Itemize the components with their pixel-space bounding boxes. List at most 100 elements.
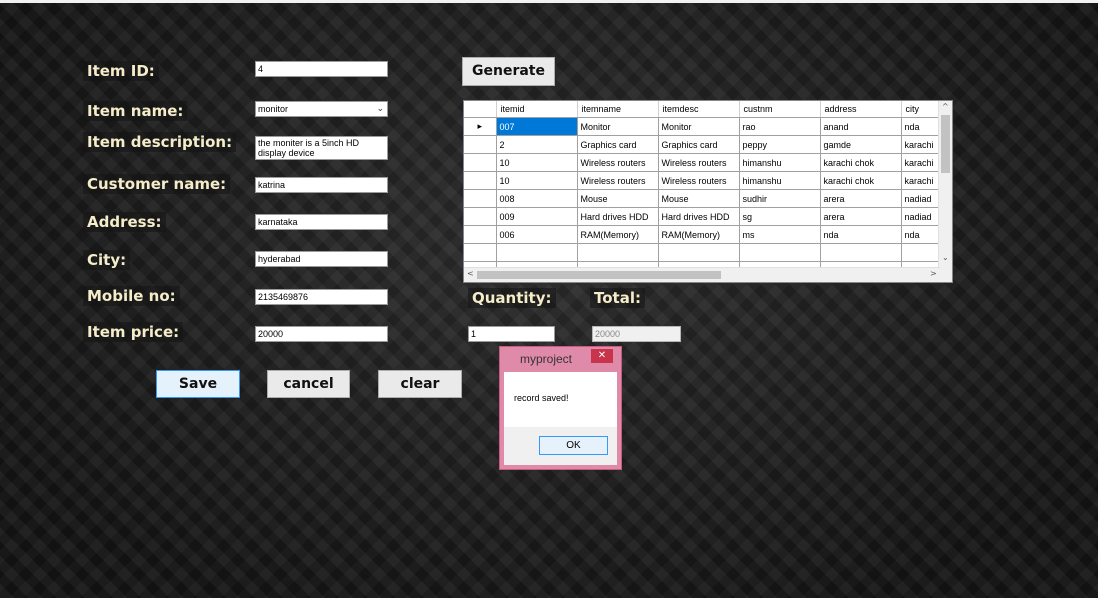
clear-button[interactable]: clear: [378, 370, 462, 398]
row-header-corner: [464, 101, 497, 118]
item-description-label: Item description:: [83, 132, 237, 152]
table-cell[interactable]: [820, 243, 902, 262]
total-label: Total:: [590, 288, 645, 308]
dialog-title: myproject: [520, 352, 573, 366]
scroll-down-icon[interactable]: ⌄: [942, 253, 949, 262]
table-cell[interactable]: Hard drives HDD: [658, 207, 740, 226]
table-cell[interactable]: [577, 243, 659, 262]
scroll-right-icon[interactable]: >: [930, 269, 937, 278]
item-id-label: Item ID:: [83, 61, 159, 81]
table-cell[interactable]: 2: [496, 135, 578, 154]
table-row[interactable]: 10 Wireless routers Wireless routers him…: [464, 153, 945, 172]
column-header-custnm[interactable]: custnm: [739, 101, 821, 118]
city-label: City:: [83, 250, 131, 270]
table-row[interactable]: [464, 243, 945, 262]
item-name-combobox[interactable]: monitor ⌄: [255, 101, 388, 117]
table-cell[interactable]: himanshu: [739, 153, 821, 172]
total-input[interactable]: 20000: [592, 326, 681, 342]
row-header[interactable]: [464, 153, 497, 172]
table-cell[interactable]: gamde: [820, 135, 902, 154]
row-header[interactable]: [464, 189, 497, 208]
table-cell[interactable]: Graphics card: [658, 135, 740, 154]
row-header[interactable]: [464, 243, 497, 262]
table-cell[interactable]: 10: [496, 171, 578, 190]
table-cell[interactable]: Hard drives HDD: [577, 207, 659, 226]
table-cell[interactable]: nda: [820, 225, 902, 244]
table-cell[interactable]: [496, 243, 578, 262]
dialog-titlebar[interactable]: myproject ✕: [500, 347, 621, 372]
generate-button[interactable]: Generate: [462, 57, 555, 86]
item-id-input[interactable]: 4: [255, 61, 388, 77]
horizontal-scrollbar[interactable]: < >: [464, 267, 940, 282]
table-cell[interactable]: 10: [496, 153, 578, 172]
close-icon[interactable]: ✕: [591, 349, 613, 363]
message-dialog: myproject ✕ record saved! OK: [499, 346, 622, 470]
ok-button[interactable]: OK: [539, 436, 608, 455]
table-cell[interactable]: Monitor: [658, 117, 740, 136]
city-input[interactable]: hyderabad: [255, 251, 388, 267]
column-header-itemdesc[interactable]: itemdesc: [658, 101, 740, 118]
horizontal-scroll-thumb[interactable]: [477, 271, 721, 279]
dialog-message: record saved!: [514, 393, 569, 403]
quantity-input[interactable]: 1: [468, 326, 555, 342]
table-cell[interactable]: sudhir: [739, 189, 821, 208]
table-cell[interactable]: Mouse: [577, 189, 659, 208]
mobile-no-input[interactable]: 2135469876: [255, 289, 388, 305]
table-cell[interactable]: RAM(Memory): [577, 225, 659, 244]
item-price-input[interactable]: 20000: [255, 326, 388, 342]
table-cell[interactable]: Monitor: [577, 117, 659, 136]
table-cell[interactable]: 006: [496, 225, 578, 244]
address-label: Address:: [83, 212, 166, 232]
item-description-input[interactable]: the moniter is a 5inch HD display device: [255, 136, 388, 160]
scroll-up-icon[interactable]: ^: [942, 102, 949, 111]
row-header[interactable]: [464, 135, 497, 154]
column-header-itemname[interactable]: itemname: [577, 101, 659, 118]
table-row[interactable]: 006 RAM(Memory) RAM(Memory) ms nda nda: [464, 225, 945, 244]
table-cell[interactable]: 008: [496, 189, 578, 208]
table-cell[interactable]: sg: [739, 207, 821, 226]
cancel-button[interactable]: cancel: [267, 370, 350, 398]
table-row[interactable]: 009 Hard drives HDD Hard drives HDD sg a…: [464, 207, 945, 226]
table-row[interactable]: 2 Graphics card Graphics card peppy gamd…: [464, 135, 945, 154]
table-row[interactable]: 008 Mouse Mouse sudhir arera nadiad: [464, 189, 945, 208]
table-cell[interactable]: ms: [739, 225, 821, 244]
table-cell[interactable]: Wireless routers: [577, 153, 659, 172]
row-header[interactable]: [464, 171, 497, 190]
table-cell[interactable]: 009: [496, 207, 578, 226]
table-cell[interactable]: anand: [820, 117, 902, 136]
table-cell[interactable]: rao: [739, 117, 821, 136]
table-row[interactable]: 10 Wireless routers Wireless routers him…: [464, 171, 945, 190]
table-cell[interactable]: Wireless routers: [658, 153, 740, 172]
column-header-address[interactable]: address: [820, 101, 902, 118]
table-cell[interactable]: Mouse: [658, 189, 740, 208]
chevron-down-icon[interactable]: ⌄: [376, 102, 384, 115]
table-cell[interactable]: [739, 243, 821, 262]
scroll-left-icon[interactable]: <: [467, 269, 474, 278]
customer-name-label: Customer name:: [83, 174, 231, 194]
customer-name-input[interactable]: katrina: [255, 177, 388, 193]
table-cell[interactable]: karachi chok: [820, 171, 902, 190]
table-cell[interactable]: Wireless routers: [658, 171, 740, 190]
dialog-body: record saved!: [504, 372, 617, 427]
row-header[interactable]: [464, 207, 497, 226]
table-cell[interactable]: peppy: [739, 135, 821, 154]
table-cell[interactable]: 007: [496, 117, 578, 136]
records-datagrid[interactable]: itemid itemname itemdesc custnm address …: [463, 100, 953, 283]
table-cell[interactable]: RAM(Memory): [658, 225, 740, 244]
table-cell[interactable]: himanshu: [739, 171, 821, 190]
table-cell[interactable]: Graphics card: [577, 135, 659, 154]
quantity-label: Quantity:: [468, 288, 556, 308]
table-cell[interactable]: [658, 243, 740, 262]
table-cell[interactable]: Wireless routers: [577, 171, 659, 190]
table-row[interactable]: ▸ 007 Monitor Monitor rao anand nda: [464, 117, 945, 136]
row-header[interactable]: [464, 225, 497, 244]
column-header-itemid[interactable]: itemid: [496, 101, 578, 118]
table-cell[interactable]: arera: [820, 207, 902, 226]
table-cell[interactable]: karachi chok: [820, 153, 902, 172]
address-input[interactable]: karnataka: [255, 214, 388, 230]
vertical-scroll-thumb[interactable]: [941, 115, 950, 173]
save-button[interactable]: Save: [156, 370, 240, 398]
table-cell[interactable]: arera: [820, 189, 902, 208]
current-row-indicator-icon[interactable]: ▸: [464, 117, 497, 136]
vertical-scrollbar[interactable]: ^ ⌄: [938, 101, 952, 269]
